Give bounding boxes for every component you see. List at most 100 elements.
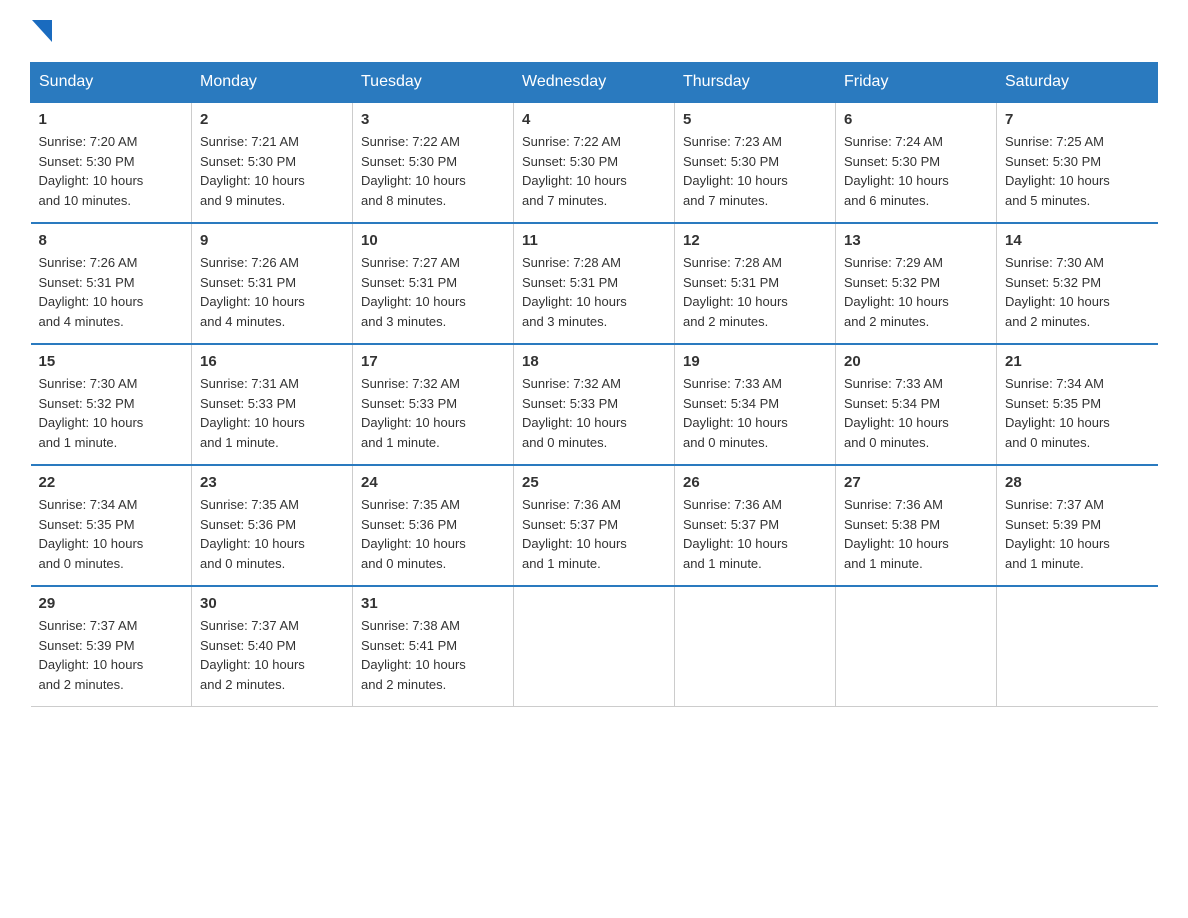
calendar-cell: 30 Sunrise: 7:37 AM Sunset: 5:40 PM Dayl…	[192, 586, 353, 707]
week-row-3: 15 Sunrise: 7:30 AM Sunset: 5:32 PM Dayl…	[31, 344, 1158, 465]
calendar-cell: 12 Sunrise: 7:28 AM Sunset: 5:31 PM Dayl…	[675, 223, 836, 344]
cell-info: Sunrise: 7:28 AM Sunset: 5:31 PM Dayligh…	[683, 253, 827, 331]
calendar-cell: 25 Sunrise: 7:36 AM Sunset: 5:37 PM Dayl…	[514, 465, 675, 586]
week-row-4: 22 Sunrise: 7:34 AM Sunset: 5:35 PM Dayl…	[31, 465, 1158, 586]
day-number: 11	[522, 232, 666, 249]
cell-info: Sunrise: 7:20 AM Sunset: 5:30 PM Dayligh…	[39, 132, 184, 210]
calendar-cell: 9 Sunrise: 7:26 AM Sunset: 5:31 PM Dayli…	[192, 223, 353, 344]
calendar-cell: 4 Sunrise: 7:22 AM Sunset: 5:30 PM Dayli…	[514, 102, 675, 223]
cell-info: Sunrise: 7:22 AM Sunset: 5:30 PM Dayligh…	[522, 132, 666, 210]
cell-info: Sunrise: 7:34 AM Sunset: 5:35 PM Dayligh…	[39, 495, 184, 573]
calendar-cell: 10 Sunrise: 7:27 AM Sunset: 5:31 PM Dayl…	[353, 223, 514, 344]
day-number: 23	[200, 474, 344, 491]
day-number: 20	[844, 353, 988, 370]
week-row-2: 8 Sunrise: 7:26 AM Sunset: 5:31 PM Dayli…	[31, 223, 1158, 344]
calendar-cell: 27 Sunrise: 7:36 AM Sunset: 5:38 PM Dayl…	[836, 465, 997, 586]
day-number: 22	[39, 474, 184, 491]
calendar-cell: 5 Sunrise: 7:23 AM Sunset: 5:30 PM Dayli…	[675, 102, 836, 223]
calendar-cell: 3 Sunrise: 7:22 AM Sunset: 5:30 PM Dayli…	[353, 102, 514, 223]
cell-info: Sunrise: 7:32 AM Sunset: 5:33 PM Dayligh…	[361, 374, 505, 452]
calendar-cell: 14 Sunrise: 7:30 AM Sunset: 5:32 PM Dayl…	[997, 223, 1158, 344]
week-row-5: 29 Sunrise: 7:37 AM Sunset: 5:39 PM Dayl…	[31, 586, 1158, 707]
cell-info: Sunrise: 7:21 AM Sunset: 5:30 PM Dayligh…	[200, 132, 344, 210]
cell-info: Sunrise: 7:36 AM Sunset: 5:37 PM Dayligh…	[522, 495, 666, 573]
calendar-cell	[675, 586, 836, 707]
day-number: 8	[39, 232, 184, 249]
calendar-cell: 18 Sunrise: 7:32 AM Sunset: 5:33 PM Dayl…	[514, 344, 675, 465]
day-number: 4	[522, 111, 666, 128]
cell-info: Sunrise: 7:25 AM Sunset: 5:30 PM Dayligh…	[1005, 132, 1150, 210]
day-number: 24	[361, 474, 505, 491]
week-row-1: 1 Sunrise: 7:20 AM Sunset: 5:30 PM Dayli…	[31, 102, 1158, 223]
day-number: 5	[683, 111, 827, 128]
cell-info: Sunrise: 7:37 AM Sunset: 5:40 PM Dayligh…	[200, 616, 344, 694]
header-sunday: Sunday	[31, 63, 192, 103]
day-number: 13	[844, 232, 988, 249]
calendar-table: SundayMondayTuesdayWednesdayThursdayFrid…	[30, 62, 1158, 707]
cell-info: Sunrise: 7:33 AM Sunset: 5:34 PM Dayligh…	[683, 374, 827, 452]
calendar-cell: 16 Sunrise: 7:31 AM Sunset: 5:33 PM Dayl…	[192, 344, 353, 465]
cell-info: Sunrise: 7:26 AM Sunset: 5:31 PM Dayligh…	[200, 253, 344, 331]
logo-triangle-icon	[32, 20, 52, 42]
calendar-cell: 29 Sunrise: 7:37 AM Sunset: 5:39 PM Dayl…	[31, 586, 192, 707]
cell-info: Sunrise: 7:30 AM Sunset: 5:32 PM Dayligh…	[39, 374, 184, 452]
cell-info: Sunrise: 7:34 AM Sunset: 5:35 PM Dayligh…	[1005, 374, 1150, 452]
calendar-cell	[836, 586, 997, 707]
cell-info: Sunrise: 7:24 AM Sunset: 5:30 PM Dayligh…	[844, 132, 988, 210]
cell-info: Sunrise: 7:22 AM Sunset: 5:30 PM Dayligh…	[361, 132, 505, 210]
calendar-cell: 24 Sunrise: 7:35 AM Sunset: 5:36 PM Dayl…	[353, 465, 514, 586]
day-number: 30	[200, 595, 344, 612]
day-number: 25	[522, 474, 666, 491]
page-header	[30, 20, 1158, 42]
calendar-cell: 31 Sunrise: 7:38 AM Sunset: 5:41 PM Dayl…	[353, 586, 514, 707]
cell-info: Sunrise: 7:30 AM Sunset: 5:32 PM Dayligh…	[1005, 253, 1150, 331]
day-number: 2	[200, 111, 344, 128]
header-thursday: Thursday	[675, 63, 836, 103]
day-number: 19	[683, 353, 827, 370]
calendar-cell: 15 Sunrise: 7:30 AM Sunset: 5:32 PM Dayl…	[31, 344, 192, 465]
header-monday: Monday	[192, 63, 353, 103]
day-number: 6	[844, 111, 988, 128]
calendar-cell: 20 Sunrise: 7:33 AM Sunset: 5:34 PM Dayl…	[836, 344, 997, 465]
day-number: 17	[361, 353, 505, 370]
calendar-cell	[514, 586, 675, 707]
header-wednesday: Wednesday	[514, 63, 675, 103]
day-number: 9	[200, 232, 344, 249]
calendar-cell: 28 Sunrise: 7:37 AM Sunset: 5:39 PM Dayl…	[997, 465, 1158, 586]
cell-info: Sunrise: 7:27 AM Sunset: 5:31 PM Dayligh…	[361, 253, 505, 331]
calendar-cell: 21 Sunrise: 7:34 AM Sunset: 5:35 PM Dayl…	[997, 344, 1158, 465]
calendar-cell: 8 Sunrise: 7:26 AM Sunset: 5:31 PM Dayli…	[31, 223, 192, 344]
day-number: 31	[361, 595, 505, 612]
cell-info: Sunrise: 7:37 AM Sunset: 5:39 PM Dayligh…	[1005, 495, 1150, 573]
calendar-cell: 13 Sunrise: 7:29 AM Sunset: 5:32 PM Dayl…	[836, 223, 997, 344]
calendar-cell: 26 Sunrise: 7:36 AM Sunset: 5:37 PM Dayl…	[675, 465, 836, 586]
calendar-cell: 17 Sunrise: 7:32 AM Sunset: 5:33 PM Dayl…	[353, 344, 514, 465]
calendar-cell	[997, 586, 1158, 707]
day-number: 28	[1005, 474, 1150, 491]
day-number: 15	[39, 353, 184, 370]
day-number: 29	[39, 595, 184, 612]
cell-info: Sunrise: 7:36 AM Sunset: 5:38 PM Dayligh…	[844, 495, 988, 573]
calendar-cell: 19 Sunrise: 7:33 AM Sunset: 5:34 PM Dayl…	[675, 344, 836, 465]
cell-info: Sunrise: 7:26 AM Sunset: 5:31 PM Dayligh…	[39, 253, 184, 331]
cell-info: Sunrise: 7:36 AM Sunset: 5:37 PM Dayligh…	[683, 495, 827, 573]
calendar-cell: 7 Sunrise: 7:25 AM Sunset: 5:30 PM Dayli…	[997, 102, 1158, 223]
day-number: 26	[683, 474, 827, 491]
day-number: 18	[522, 353, 666, 370]
calendar-cell: 2 Sunrise: 7:21 AM Sunset: 5:30 PM Dayli…	[192, 102, 353, 223]
logo	[30, 20, 52, 42]
calendar-cell: 23 Sunrise: 7:35 AM Sunset: 5:36 PM Dayl…	[192, 465, 353, 586]
day-number: 12	[683, 232, 827, 249]
day-number: 14	[1005, 232, 1150, 249]
calendar-cell: 22 Sunrise: 7:34 AM Sunset: 5:35 PM Dayl…	[31, 465, 192, 586]
cell-info: Sunrise: 7:28 AM Sunset: 5:31 PM Dayligh…	[522, 253, 666, 331]
cell-info: Sunrise: 7:23 AM Sunset: 5:30 PM Dayligh…	[683, 132, 827, 210]
day-number: 10	[361, 232, 505, 249]
header-friday: Friday	[836, 63, 997, 103]
calendar-cell: 6 Sunrise: 7:24 AM Sunset: 5:30 PM Dayli…	[836, 102, 997, 223]
calendar-cell: 11 Sunrise: 7:28 AM Sunset: 5:31 PM Dayl…	[514, 223, 675, 344]
header-tuesday: Tuesday	[353, 63, 514, 103]
cell-info: Sunrise: 7:32 AM Sunset: 5:33 PM Dayligh…	[522, 374, 666, 452]
cell-info: Sunrise: 7:35 AM Sunset: 5:36 PM Dayligh…	[200, 495, 344, 573]
day-number: 7	[1005, 111, 1150, 128]
